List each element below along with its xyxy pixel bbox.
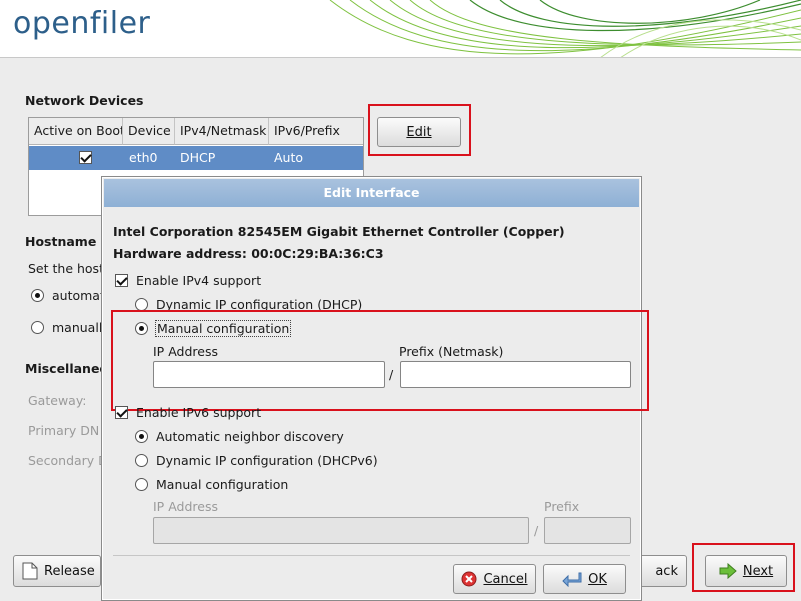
highlight-manual-config xyxy=(111,310,649,411)
release-notes-label: Release xyxy=(44,563,95,579)
edit-interface-dialog: Edit Interface Intel Corporation 82545EM… xyxy=(101,176,649,601)
hostname-manual-radio[interactable] xyxy=(31,321,44,334)
openfiler-logo: openfiler xyxy=(13,6,151,41)
ipv6-dhcp-label: Dynamic IP configuration (DHCPv6) xyxy=(156,453,378,468)
enter-arrow-icon xyxy=(562,572,582,587)
ipv6-prefix-input xyxy=(544,517,631,544)
release-notes-button[interactable]: Release xyxy=(13,555,101,587)
ipv6-manual-radio[interactable] xyxy=(135,478,148,491)
dialog-separator xyxy=(113,555,630,556)
secondary-dns-label: Secondary D xyxy=(28,453,108,468)
hardware-address: Hardware address: 00:0C:29:BA:36:C3 xyxy=(113,246,384,261)
enable-ipv4-checkbox[interactable] xyxy=(115,274,128,287)
ipv6-manual-option[interactable]: Manual configuration xyxy=(135,477,288,492)
table-row[interactable]: eth0 DHCP Auto xyxy=(29,146,363,170)
ipv4-cell: DHCP xyxy=(180,150,216,165)
ipv6-separator: / xyxy=(534,523,539,538)
hostname-manual-option[interactable]: manually xyxy=(31,320,110,335)
document-icon xyxy=(22,562,38,580)
enable-ipv4-option[interactable]: Enable IPv4 support xyxy=(115,273,261,288)
ipv6-cell: Auto xyxy=(274,150,304,165)
hostname-description: Set the host xyxy=(28,261,104,276)
ipv6-auto-option[interactable]: Automatic neighbor discovery xyxy=(135,429,344,444)
cancel-button[interactable]: Cancel xyxy=(453,564,536,594)
hostname-auto-option[interactable]: automat xyxy=(31,288,105,303)
enable-ipv6-option[interactable]: Enable IPv6 support xyxy=(115,405,261,420)
hostname-auto-label: automat xyxy=(52,288,105,303)
enable-ipv6-label: Enable IPv6 support xyxy=(136,405,262,420)
column-header-ipv6[interactable]: IPv6/Prefix xyxy=(269,118,363,145)
cancel-icon xyxy=(461,571,477,587)
ipv6-auto-radio[interactable] xyxy=(135,430,148,443)
enable-ipv6-checkbox[interactable] xyxy=(115,406,128,419)
gateway-label: Gateway: xyxy=(28,393,87,408)
back-button-label: ack xyxy=(655,563,678,579)
ok-button[interactable]: OK xyxy=(543,564,626,594)
enable-ipv4-label: Enable IPv4 support xyxy=(136,273,262,288)
active-on-boot-checkbox[interactable] xyxy=(79,151,92,164)
ipv6-prefix-label: Prefix xyxy=(544,499,580,514)
column-header-device[interactable]: Device xyxy=(123,118,175,145)
ipv6-dhcp-radio[interactable] xyxy=(135,454,148,467)
ipv6-auto-label: Automatic neighbor discovery xyxy=(156,429,344,444)
hostname-auto-radio[interactable] xyxy=(31,289,44,302)
hostname-title: Hostname xyxy=(25,234,97,249)
column-header-ipv4[interactable]: IPv4/Netmask xyxy=(175,118,269,145)
ok-button-label: OK xyxy=(588,571,607,587)
ipv6-ip-address-input xyxy=(153,517,529,544)
cancel-button-label: Cancel xyxy=(483,571,528,587)
dialog-title: Edit Interface xyxy=(104,179,639,207)
column-header-active[interactable]: Active on Boot xyxy=(29,118,123,145)
ipv6-ip-address-label: IP Address xyxy=(153,499,218,514)
ipv6-dhcp-option[interactable]: Dynamic IP configuration (DHCPv6) xyxy=(135,453,378,468)
device-cell: eth0 xyxy=(129,150,158,165)
device-name: Intel Corporation 82545EM Gigabit Ethern… xyxy=(113,224,565,239)
ipv6-manual-label: Manual configuration xyxy=(156,477,289,492)
misc-title: Miscellanec xyxy=(25,361,107,376)
highlight-edit xyxy=(368,104,471,156)
header-banner: openfiler xyxy=(0,0,801,58)
highlight-next xyxy=(692,543,795,592)
network-devices-title: Network Devices xyxy=(25,93,144,108)
primary-dns-label: Primary DN xyxy=(28,423,100,438)
